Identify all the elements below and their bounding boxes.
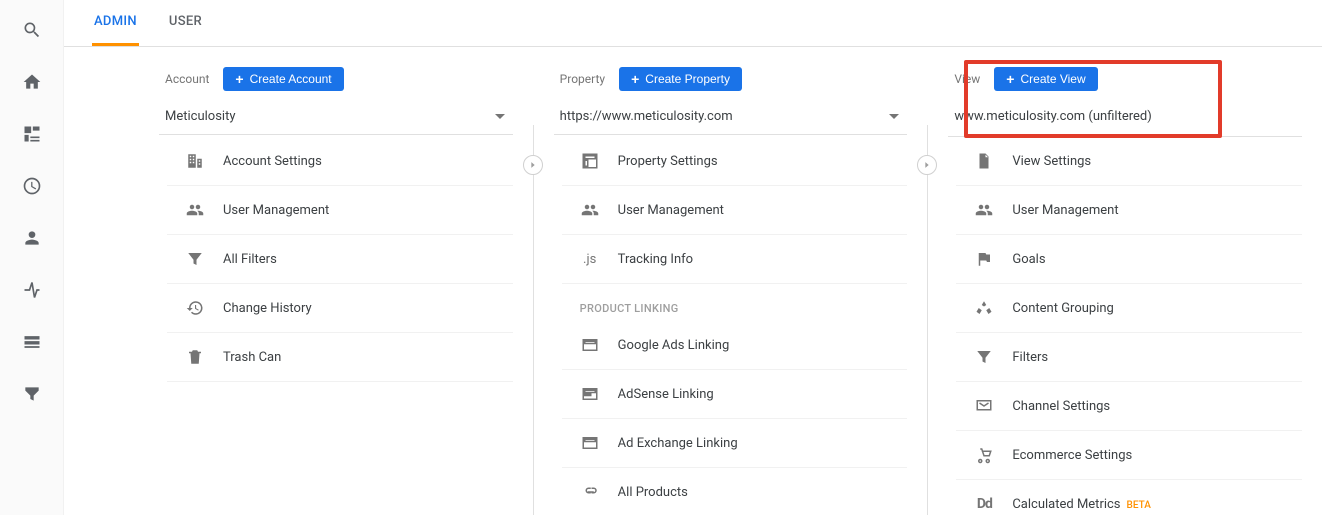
card-icon [580,384,600,404]
home-icon[interactable] [20,70,44,94]
create-view-label: Create View [1020,72,1085,86]
menu-item-label: Channel Settings [1012,399,1110,414]
view-label: View [954,72,980,86]
customization-icon[interactable] [20,122,44,146]
menu-item-label: AdSense Linking [618,387,714,402]
menu-all-filters[interactable]: All Filters [167,235,513,284]
property-picker[interactable]: https://www.meticulosity.com [554,103,908,135]
menu-item-label: Google Ads Linking [618,338,730,353]
view-column: View + Create View www.meticulosity.com … [928,67,1322,515]
tab-admin[interactable]: ADMIN [92,0,139,46]
menu-goals[interactable]: Goals [956,235,1302,284]
menu-filters[interactable]: Filters [956,333,1302,382]
section-product-linking: PRODUCT LINKING [562,284,908,321]
create-property-button[interactable]: + Create Property [619,67,742,91]
menu-google-ads-linking[interactable]: Google Ads Linking [562,321,908,370]
menu-account-users[interactable]: User Management [167,186,513,235]
menu-content-grouping[interactable]: Content Grouping [956,284,1302,333]
menu-item-label: Ad Exchange Linking [618,436,738,451]
menu-item-label: Trash Can [223,350,281,365]
tab-user[interactable]: USER [167,0,204,46]
conversions-icon[interactable] [20,382,44,406]
caret-down-icon [889,114,899,119]
menu-item-label: All Filters [223,252,277,267]
create-account-button[interactable]: + Create Account [223,67,343,91]
layout-icon [580,151,600,171]
menu-all-products[interactable]: All Products [562,468,908,515]
filter-icon [185,249,205,269]
account-label: Account [165,72,209,86]
menu-item-label: View Settings [1012,154,1091,169]
menu-property-users[interactable]: User Management [562,186,908,235]
trash-icon [185,347,205,367]
behavior-icon[interactable] [20,330,44,354]
menu-item-label: Calculated MetricsBETA [1012,497,1151,512]
menu-account-settings[interactable]: Account Settings [167,137,513,186]
property-label: Property [560,72,605,86]
menu-item-label: Tracking Info [618,252,693,267]
view-picker-value: www.meticulosity.com (unfiltered) [954,109,1151,124]
menu-item-label: User Management [618,203,724,218]
property-column: Property + Create Property https://www.m… [534,67,928,515]
realtime-icon[interactable] [20,174,44,198]
history-icon [185,298,205,318]
menu-item-label: User Management [1012,203,1118,218]
card-icon [580,335,600,355]
left-nav-rail [0,0,64,515]
menu-item-label: Goals [1012,252,1045,267]
js-icon: .js [580,249,600,269]
plus-icon: + [631,72,639,86]
menu-item-label: Property Settings [618,154,718,169]
users-icon [974,200,994,220]
link-icon [580,482,600,502]
menu-property-settings[interactable]: Property Settings [562,137,908,186]
plus-icon: + [1006,72,1014,86]
menu-calculated-metrics[interactable]: Dd Calculated MetricsBETA [956,480,1302,515]
menu-view-users[interactable]: User Management [956,186,1302,235]
admin-tabs: ADMIN USER [64,0,1322,47]
menu-ecommerce-settings[interactable]: Ecommerce Settings [956,431,1302,480]
create-property-label: Create Property [645,72,730,86]
menu-item-label: Account Settings [223,154,322,169]
property-picker-value: https://www.meticulosity.com [560,109,733,124]
create-view-button[interactable]: + Create View [994,67,1097,91]
building-icon [185,151,205,171]
cart-icon [974,445,994,465]
menu-item-label: User Management [223,203,329,218]
menu-trash-can[interactable]: Trash Can [167,333,513,382]
plus-icon: + [235,72,243,86]
account-column: Account + Create Account Meticulosity Ac… [64,67,533,515]
create-account-label: Create Account [250,72,332,86]
card-icon [580,433,600,453]
view-picker[interactable]: www.meticulosity.com (unfiltered) [948,103,1302,134]
menu-tracking-info[interactable]: .js Tracking Info [562,235,908,284]
beta-badge: BETA [1127,500,1151,511]
search-icon[interactable] [20,18,44,42]
caret-down-icon [495,114,505,119]
menu-channel-settings[interactable]: Channel Settings [956,382,1302,431]
menu-item-label: Content Grouping [1012,301,1114,316]
dd-icon: Dd [974,494,994,514]
menu-view-settings[interactable]: View Settings [956,137,1302,186]
menu-item-label: All Products [618,485,688,500]
menu-item-label: Filters [1012,350,1048,365]
group-icon [974,298,994,318]
users-icon [185,200,205,220]
menu-adsense-linking[interactable]: AdSense Linking [562,370,908,419]
flag-icon [974,249,994,269]
menu-item-label: Ecommerce Settings [1012,448,1132,463]
channel-icon [974,396,994,416]
account-picker[interactable]: Meticulosity [159,103,513,135]
filter-icon [974,347,994,367]
acquisition-icon[interactable] [20,278,44,302]
account-picker-value: Meticulosity [165,109,235,124]
menu-item-label: Change History [223,301,312,316]
menu-change-history[interactable]: Change History [167,284,513,333]
users-icon [580,200,600,220]
file-icon [974,151,994,171]
menu-ad-exchange-linking[interactable]: Ad Exchange Linking [562,419,908,468]
audience-icon[interactable] [20,226,44,250]
